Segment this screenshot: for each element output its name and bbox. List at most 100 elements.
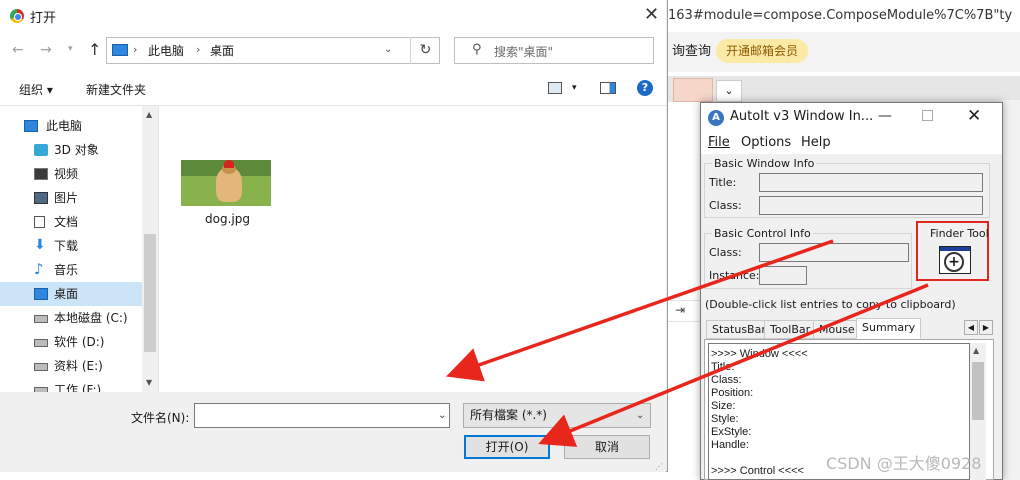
nav-item-label: 音乐 — [54, 263, 79, 277]
music-icon: ♪ — [34, 260, 44, 278]
chevron-right-icon[interactable]: › — [196, 43, 200, 56]
autoit-icon: A — [708, 110, 724, 126]
nav-item-this-pc[interactable]: 此电脑 — [0, 114, 142, 138]
documents-icon — [34, 216, 45, 228]
tab-scroll-left-icon[interactable]: ◀ — [964, 320, 978, 335]
browser-url-fragment: 163#module=compose.ComposeModule%7C%7B"t… — [668, 8, 1013, 23]
download-icon: ⬇ — [34, 237, 46, 253]
dog-thumbnail-detail — [224, 160, 234, 168]
breadcrumb-this-pc[interactable]: 此电脑 — [148, 42, 184, 59]
finder-tool-titlebar — [940, 247, 970, 251]
chevron-right-icon[interactable]: › — [133, 43, 137, 56]
filename-label: 文件名(N): — [131, 411, 190, 425]
window-title-field[interactable] — [759, 173, 983, 192]
nav-scrollbar-thumb[interactable] — [144, 234, 156, 352]
crosshair-icon[interactable]: + — [944, 252, 964, 272]
drive-icon — [34, 363, 48, 371]
nav-item-label: 文档 — [54, 215, 79, 229]
menu-help[interactable]: Help — [801, 135, 831, 150]
resize-grip-icon[interactable]: ⋰ — [655, 462, 663, 471]
nav-item-3d-objects[interactable]: 3D 对象 — [0, 138, 142, 162]
search-placeholder: 搜索"桌面" — [494, 45, 554, 59]
chrome-icon — [10, 9, 24, 23]
navigation-pane: 此电脑 3D 对象 视频 图片 文档 ⬇ 下载 ♪ 音乐 桌面 本地磁盘 (C:) … — [0, 106, 158, 392]
scroll-up-icon[interactable]: ▲ — [146, 110, 152, 119]
chevron-down-icon[interactable]: ⌄ — [438, 410, 446, 421]
tab-dropdown-button[interactable]: ⌄ — [716, 80, 742, 102]
tab-toolbar[interactable]: ToolBar — [764, 320, 817, 339]
indent-icon[interactable]: ⇥ — [675, 303, 685, 317]
filename-input[interactable] — [194, 403, 450, 428]
desktop-icon — [34, 288, 48, 300]
scroll-up-icon[interactable]: ▲ — [973, 346, 979, 355]
forward-arrow-icon[interactable]: → — [40, 42, 52, 58]
summary-scrollbar-thumb[interactable] — [972, 362, 984, 420]
drive-icon — [34, 339, 48, 347]
minimize-icon[interactable]: — — [878, 108, 892, 124]
tab-scroll-right-icon[interactable]: ▶ — [979, 320, 993, 335]
nav-item-pictures[interactable]: 图片 — [0, 186, 142, 210]
nav-item-label: 此电脑 — [46, 119, 83, 133]
tab-mouse[interactable]: Mouse — [813, 320, 861, 339]
watermark: CSDN @王大傻0928 — [826, 454, 982, 473]
nav-item-downloads[interactable]: ⬇ 下载 — [0, 234, 142, 258]
cancel-button[interactable]: 取消 — [564, 435, 650, 459]
query-link[interactable]: 询查询 — [672, 40, 711, 59]
preview-pane-icon[interactable] — [600, 82, 616, 94]
help-icon[interactable]: ? — [637, 80, 653, 96]
view-dropdown-icon[interactable]: ▾ — [572, 83, 577, 93]
instance-field[interactable] — [759, 266, 807, 285]
nav-item-label: 本地磁盘 (C:) — [54, 311, 128, 325]
tab-statusbar[interactable]: StatusBar — [706, 320, 772, 339]
address-dropdown-icon[interactable]: ⌄ — [384, 44, 392, 55]
dialog-title: 打开 — [30, 11, 57, 26]
recent-dropdown-icon[interactable]: ▾ — [68, 44, 73, 54]
nav-item-desktop[interactable]: 桌面 — [0, 282, 142, 306]
view-icon[interactable] — [548, 82, 562, 94]
nav-item-documents[interactable]: 文档 — [0, 210, 142, 234]
vip-button[interactable]: 开通邮箱会员 — [716, 39, 808, 63]
nav-item-label: 下载 — [54, 239, 79, 253]
mail-tab[interactable] — [673, 78, 713, 102]
nav-item-drive-d[interactable]: 软件 (D:) — [0, 330, 142, 354]
computer-icon — [24, 120, 38, 132]
pictures-icon — [34, 192, 48, 204]
nav-item-drive-f[interactable]: 工作 (F:) — [0, 378, 142, 392]
file-type-select[interactable]: 所有檔案 (*.*) — [463, 403, 651, 428]
file-name-label[interactable]: dog.jpg — [205, 212, 250, 226]
background-right-edge — [1003, 100, 1020, 480]
close-icon[interactable]: ✕ — [967, 106, 981, 126]
control-class-field[interactable] — [759, 243, 909, 262]
organize-menu-button[interactable]: 组织 ▾ — [19, 81, 53, 98]
window-class-field[interactable] — [759, 196, 983, 215]
nav-item-drive-e[interactable]: 资料 (E:) — [0, 354, 142, 378]
up-arrow-icon[interactable]: ↑ — [88, 40, 101, 59]
chevron-down-icon[interactable]: ⌄ — [636, 410, 644, 421]
finder-tool-label: Finder Tool — [930, 227, 989, 240]
tab-summary[interactable]: Summary — [856, 318, 922, 339]
menu-options[interactable]: Options — [741, 135, 791, 150]
nav-item-drive-c[interactable]: 本地磁盘 (C:) — [0, 306, 142, 330]
nav-item-videos[interactable]: 视频 — [0, 162, 142, 186]
3d-objects-icon — [34, 144, 48, 156]
dialog-close-icon[interactable]: ✕ — [644, 4, 659, 25]
open-button[interactable]: 打开(O) — [464, 435, 550, 459]
control-class-label: Class: — [709, 246, 742, 259]
menu-file[interactable]: File — [708, 135, 730, 150]
maximize-icon[interactable] — [922, 110, 933, 121]
nav-item-label: 3D 对象 — [54, 143, 99, 157]
scroll-down-icon[interactable]: ▼ — [146, 378, 152, 387]
search-input[interactable] — [454, 37, 654, 64]
instance-label: Instance: — [709, 269, 760, 282]
back-arrow-icon[interactable]: ← — [12, 42, 24, 58]
nav-item-music[interactable]: ♪ 音乐 — [0, 258, 142, 282]
new-folder-button[interactable]: 新建文件夹 — [86, 81, 146, 98]
computer-icon — [112, 44, 128, 56]
class-label: Class: — [709, 199, 742, 212]
video-icon — [34, 168, 48, 180]
search-icon: ⚲ — [472, 42, 482, 57]
nav-item-label: 工作 (F:) — [54, 383, 102, 392]
refresh-icon[interactable]: ↻ — [410, 37, 440, 64]
breadcrumb-desktop[interactable]: 桌面 — [210, 42, 234, 59]
nav-item-label: 资料 (E:) — [54, 359, 103, 373]
